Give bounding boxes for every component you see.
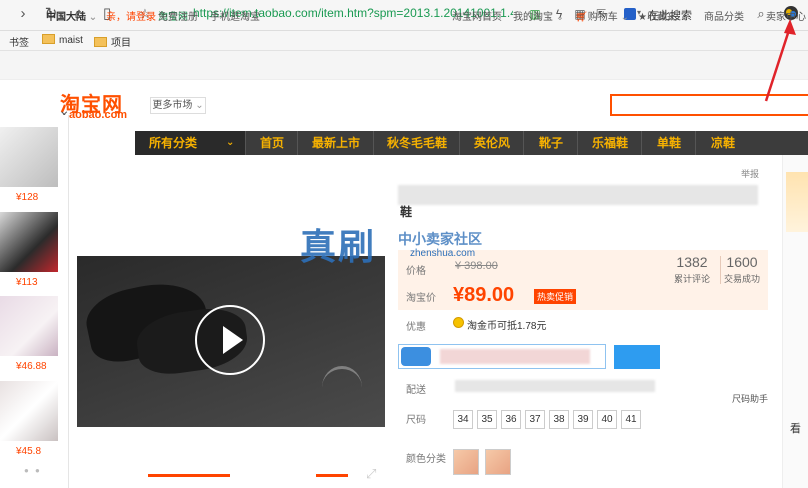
bookmark-label: 书签 — [9, 38, 29, 49]
folder-icon — [94, 37, 107, 47]
register-link[interactable]: 免费注册 — [158, 8, 198, 23]
cart-link[interactable]: 🛒︎购物车 ⌄ — [575, 8, 629, 23]
blurred-delivery-info — [455, 380, 655, 392]
reviews-label: 累计评论 — [673, 274, 710, 284]
coin-discount-text: 淘金币可抵1.78元 — [467, 321, 547, 332]
category-tab-new[interactable]: 最新上市 — [297, 131, 374, 155]
more-markets-dropdown[interactable]: 更多市场 ⌄ — [150, 97, 206, 114]
sales-label: 交易成功 — [723, 274, 760, 284]
sales-count: 1600 — [726, 254, 758, 270]
category-tab-boots[interactable]: 靴子 — [523, 131, 578, 155]
all-categories-menu[interactable]: 所有分类 ⌄ — [135, 131, 245, 155]
category-tab-sandals[interactable]: 凉鞋 — [695, 131, 750, 155]
seller-community-link[interactable]: 中小卖家社区 — [398, 229, 482, 249]
thumbnail-price: ¥113 — [16, 277, 38, 288]
right-strip-label: 看 — [790, 423, 801, 435]
bookmark-label: 项目 — [111, 38, 131, 49]
category-tab-british[interactable]: 英伦风 — [459, 131, 524, 155]
star-icon: ★ — [638, 12, 647, 23]
annotation-arrow — [764, 19, 796, 102]
my-taobao-link[interactable]: 我的淘宝 ⌄ — [513, 8, 564, 23]
cart-icon: 🛒︎ — [575, 12, 588, 23]
right-strip-banner[interactable] — [786, 172, 808, 232]
bookmark-shortcut[interactable]: 书签 — [9, 34, 29, 49]
thumbnail-price: ¥46.88 — [16, 361, 47, 372]
original-price: ¥ 398.00 — [455, 260, 498, 272]
chevron-down-icon: ⌄ — [226, 137, 235, 148]
size-helper-link[interactable]: 尺码助手 — [732, 392, 768, 405]
product-title-fragment: 鞋 — [400, 205, 413, 219]
favorites-link[interactable]: ★收藏夹 ⌄ — [638, 8, 688, 23]
expand-icon[interactable]: ⤢ — [366, 466, 376, 482]
logo-domain: aobao.com — [69, 109, 128, 121]
product-thumbnail[interactable] — [0, 296, 58, 356]
coin-icon — [453, 317, 464, 328]
color-option[interactable] — [485, 449, 511, 475]
thumbnail-price: ¥128 — [16, 192, 39, 203]
play-button[interactable] — [195, 305, 265, 375]
size-option[interactable]: 36 — [501, 410, 521, 429]
category-tab-loafers[interactable]: 乐福鞋 — [577, 131, 642, 155]
mobile-link[interactable]: 手机逛淘宝 — [210, 8, 260, 23]
size-option[interactable]: 40 — [597, 410, 617, 429]
category-tab-single-shoes[interactable]: 单鞋 — [641, 131, 696, 155]
color-label: 颜色分类 — [406, 454, 446, 465]
folder-icon — [42, 34, 55, 44]
product-thumbnail[interactable] — [0, 212, 58, 272]
bookmark-folder-maist[interactable]: maist — [42, 34, 83, 46]
gallery-indicator[interactable] — [148, 474, 230, 477]
report-link[interactable]: 举报 — [741, 167, 759, 180]
gallery-indicator[interactable] — [316, 474, 348, 477]
hot-sale-badge: 热卖促销 — [534, 289, 577, 304]
thumbnail-price: ¥45.8 — [16, 446, 42, 457]
site-top-nav — [0, 51, 808, 80]
pager-dots[interactable]: ● ● — [24, 466, 42, 475]
size-option[interactable]: 34 — [453, 410, 473, 429]
size-label: 尺码 — [406, 415, 426, 426]
size-option[interactable]: 41 — [621, 410, 641, 429]
category-tab-furry-shoes[interactable]: 秋冬毛毛鞋 — [373, 131, 460, 155]
categories-link[interactable]: 商品分类 — [704, 8, 744, 23]
watermark-domain: zhenshua.com — [410, 248, 476, 259]
reviews-count[interactable]: 1382 — [670, 254, 714, 270]
sale-price: ¥89.00 — [453, 284, 515, 306]
forward-icon[interactable]: › — [14, 5, 32, 23]
size-option[interactable]: 37 — [525, 410, 545, 429]
size-option[interactable]: 38 — [549, 410, 569, 429]
blurred-action-button[interactable] — [614, 345, 660, 369]
product-thumbnail[interactable] — [0, 127, 58, 187]
size-option[interactable]: 39 — [573, 410, 593, 429]
price-label: 价格 — [406, 266, 426, 277]
watermark-logo: 真刷 — [300, 226, 377, 267]
size-option[interactable]: 35 — [477, 410, 497, 429]
promo-label: 优惠 — [406, 322, 426, 333]
delivery-label: 配送 — [406, 385, 426, 396]
login-link[interactable]: 亲，请登录 — [106, 8, 156, 23]
region-select[interactable]: 中国大陆 ⌄ — [46, 8, 97, 23]
bookmark-label: maist — [59, 35, 83, 46]
bookmark-folder-projects[interactable]: 项目 — [94, 34, 131, 49]
category-tab-home[interactable]: 首页 — [245, 131, 298, 155]
product-title-blurred — [398, 185, 758, 205]
product-thumbnail[interactable] — [0, 381, 58, 441]
home-link[interactable]: 淘宝网首页 — [452, 8, 502, 23]
taobao-price-label: 淘宝价 — [406, 293, 436, 304]
color-option[interactable] — [453, 449, 479, 475]
blurred-service-text — [440, 349, 590, 364]
